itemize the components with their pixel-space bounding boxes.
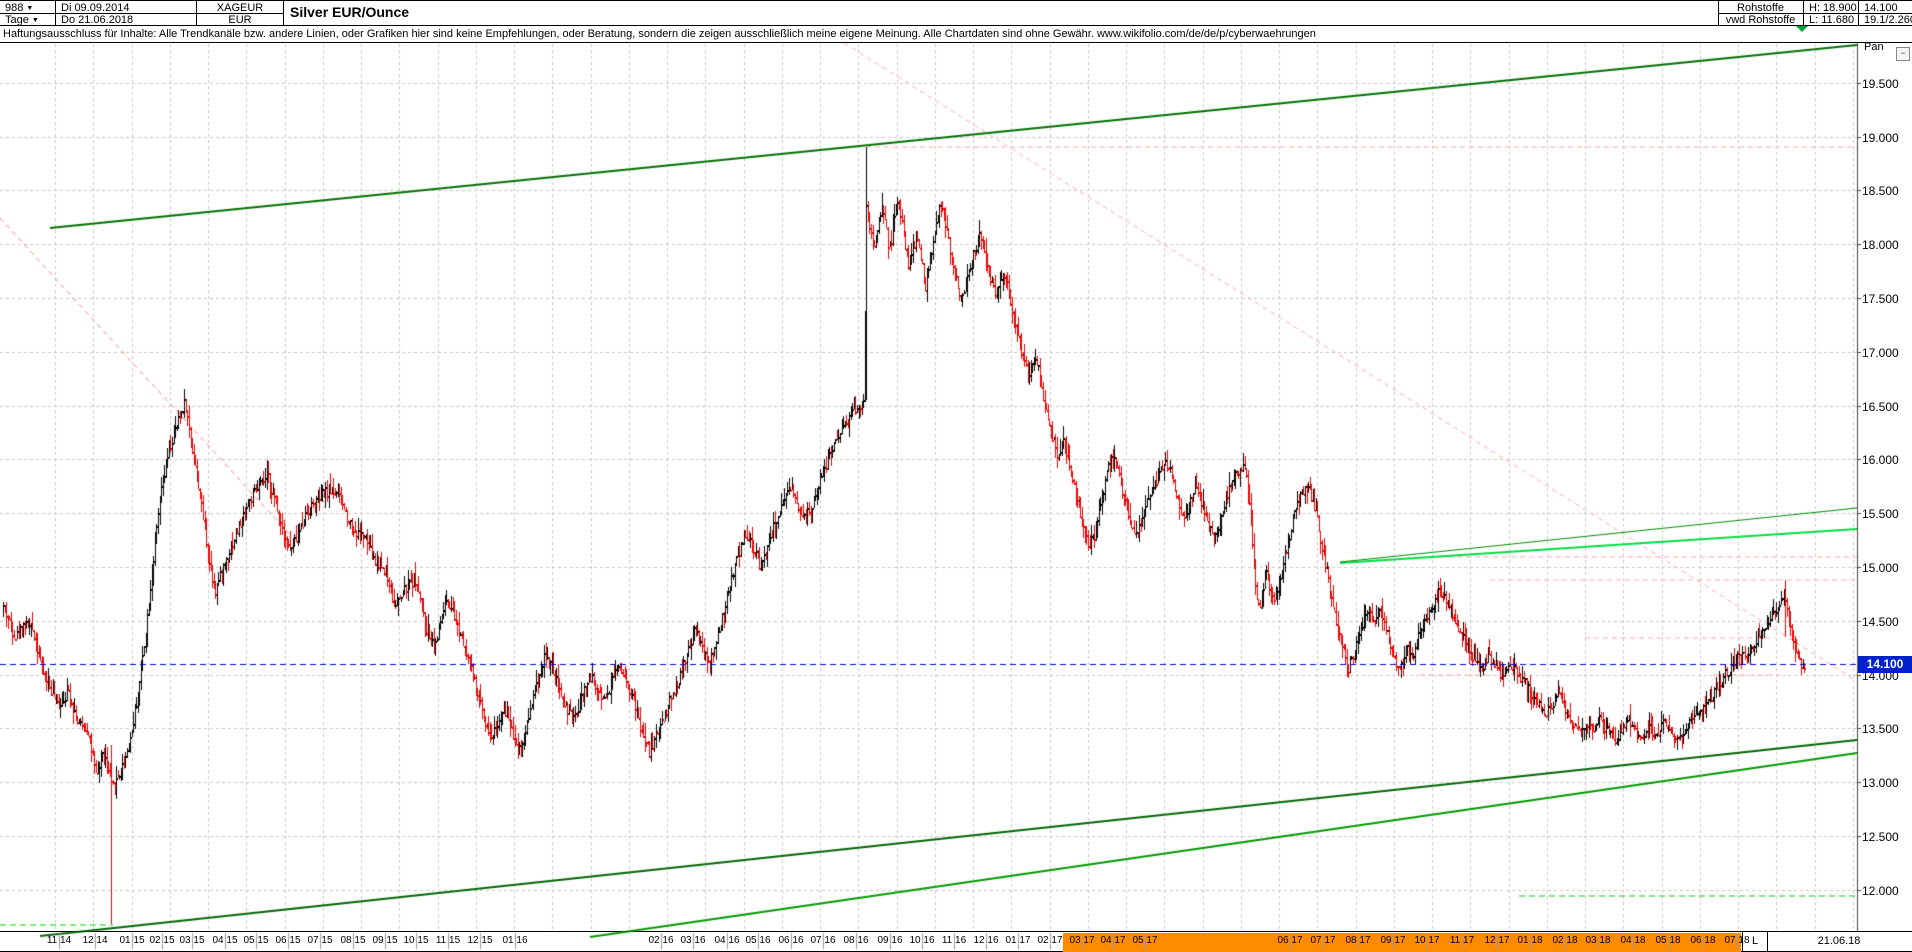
chevron-down-icon: ▼ (32, 17, 39, 24)
divider (1718, 13, 1912, 14)
disclaimer-text: Haftungsausschluss für Inhalte: Alle Tre… (0, 26, 1912, 43)
collapse-icon[interactable]: − (1896, 47, 1910, 61)
currency-label: EUR (197, 14, 283, 26)
page-title: Silver EUR/Ounce (290, 4, 409, 20)
low-value: L: 11.680 (1806, 14, 1857, 26)
divider (283, 1, 284, 26)
toolbar: 988 ▼ Tage ▼ Di 09.09.2014 Do 21.06.2018… (0, 0, 1912, 26)
divider (0, 13, 283, 14)
date-to-field[interactable]: Do 21.06.2018 (58, 14, 136, 26)
chevron-down-icon: ▼ (26, 5, 33, 12)
taipan-chart-window: { "header": { "id": "988", "period": "Ta… (0, 0, 1912, 952)
sort-marker-triangle-icon (1796, 26, 1808, 32)
range-info-value: 19.1/2.260 (1861, 14, 1912, 26)
current-price-badge: 14.100 (1858, 656, 1912, 673)
price-chart-canvas[interactable] (0, 0, 1912, 952)
category-sub-label[interactable]: vwd Rohstoffe (1719, 14, 1802, 26)
